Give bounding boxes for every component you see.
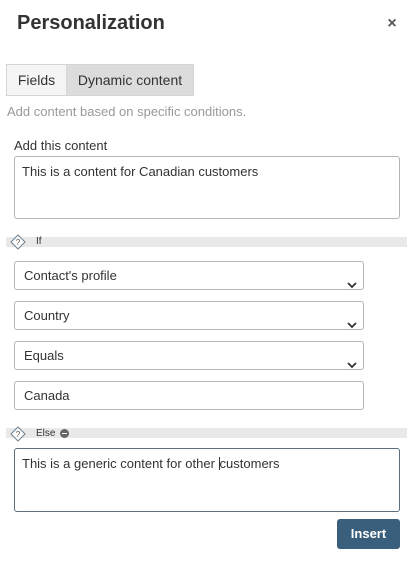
else-content-textarea[interactable]: This is a generic content for other cust… — [14, 448, 400, 512]
else-label: Else — [36, 428, 56, 439]
field-value: Country — [24, 308, 70, 323]
insert-button[interactable]: Insert — [337, 519, 400, 549]
operator-select[interactable]: Equals — [14, 341, 364, 370]
help-diamond-icon: ? — [10, 426, 26, 442]
chevron-down-icon — [347, 351, 357, 369]
field-select[interactable]: Country — [14, 301, 364, 330]
tab-fields[interactable]: Fields — [6, 64, 67, 96]
help-diamond-icon: ? — [10, 234, 26, 250]
minus-circle-icon[interactable] — [60, 429, 69, 438]
chevron-down-icon — [347, 271, 357, 289]
tab-bar: Fields Dynamic content — [6, 64, 194, 96]
condition-value-input[interactable]: Canada — [14, 381, 364, 410]
add-content-textarea[interactable]: This is a content for Canadian customers — [14, 156, 400, 219]
hint-text: Add content based on specific conditions… — [7, 104, 247, 119]
field-source-select[interactable]: Contact's profile — [14, 261, 364, 290]
if-divider — [6, 237, 407, 247]
add-content-label: Add this content — [14, 138, 108, 153]
tab-dynamic-content[interactable]: Dynamic content — [67, 64, 194, 96]
close-icon[interactable]: × — [384, 16, 400, 32]
svg-text:?: ? — [16, 430, 21, 439]
svg-text:?: ? — [16, 238, 21, 247]
field-source-value: Contact's profile — [24, 268, 117, 283]
else-text-before: This is a generic content for other — [22, 456, 219, 471]
operator-value: Equals — [24, 348, 64, 363]
else-text-after: customers — [219, 456, 280, 471]
chevron-down-icon — [347, 311, 357, 329]
dialog-title: Personalization — [17, 12, 165, 34]
if-label: If — [36, 236, 42, 247]
